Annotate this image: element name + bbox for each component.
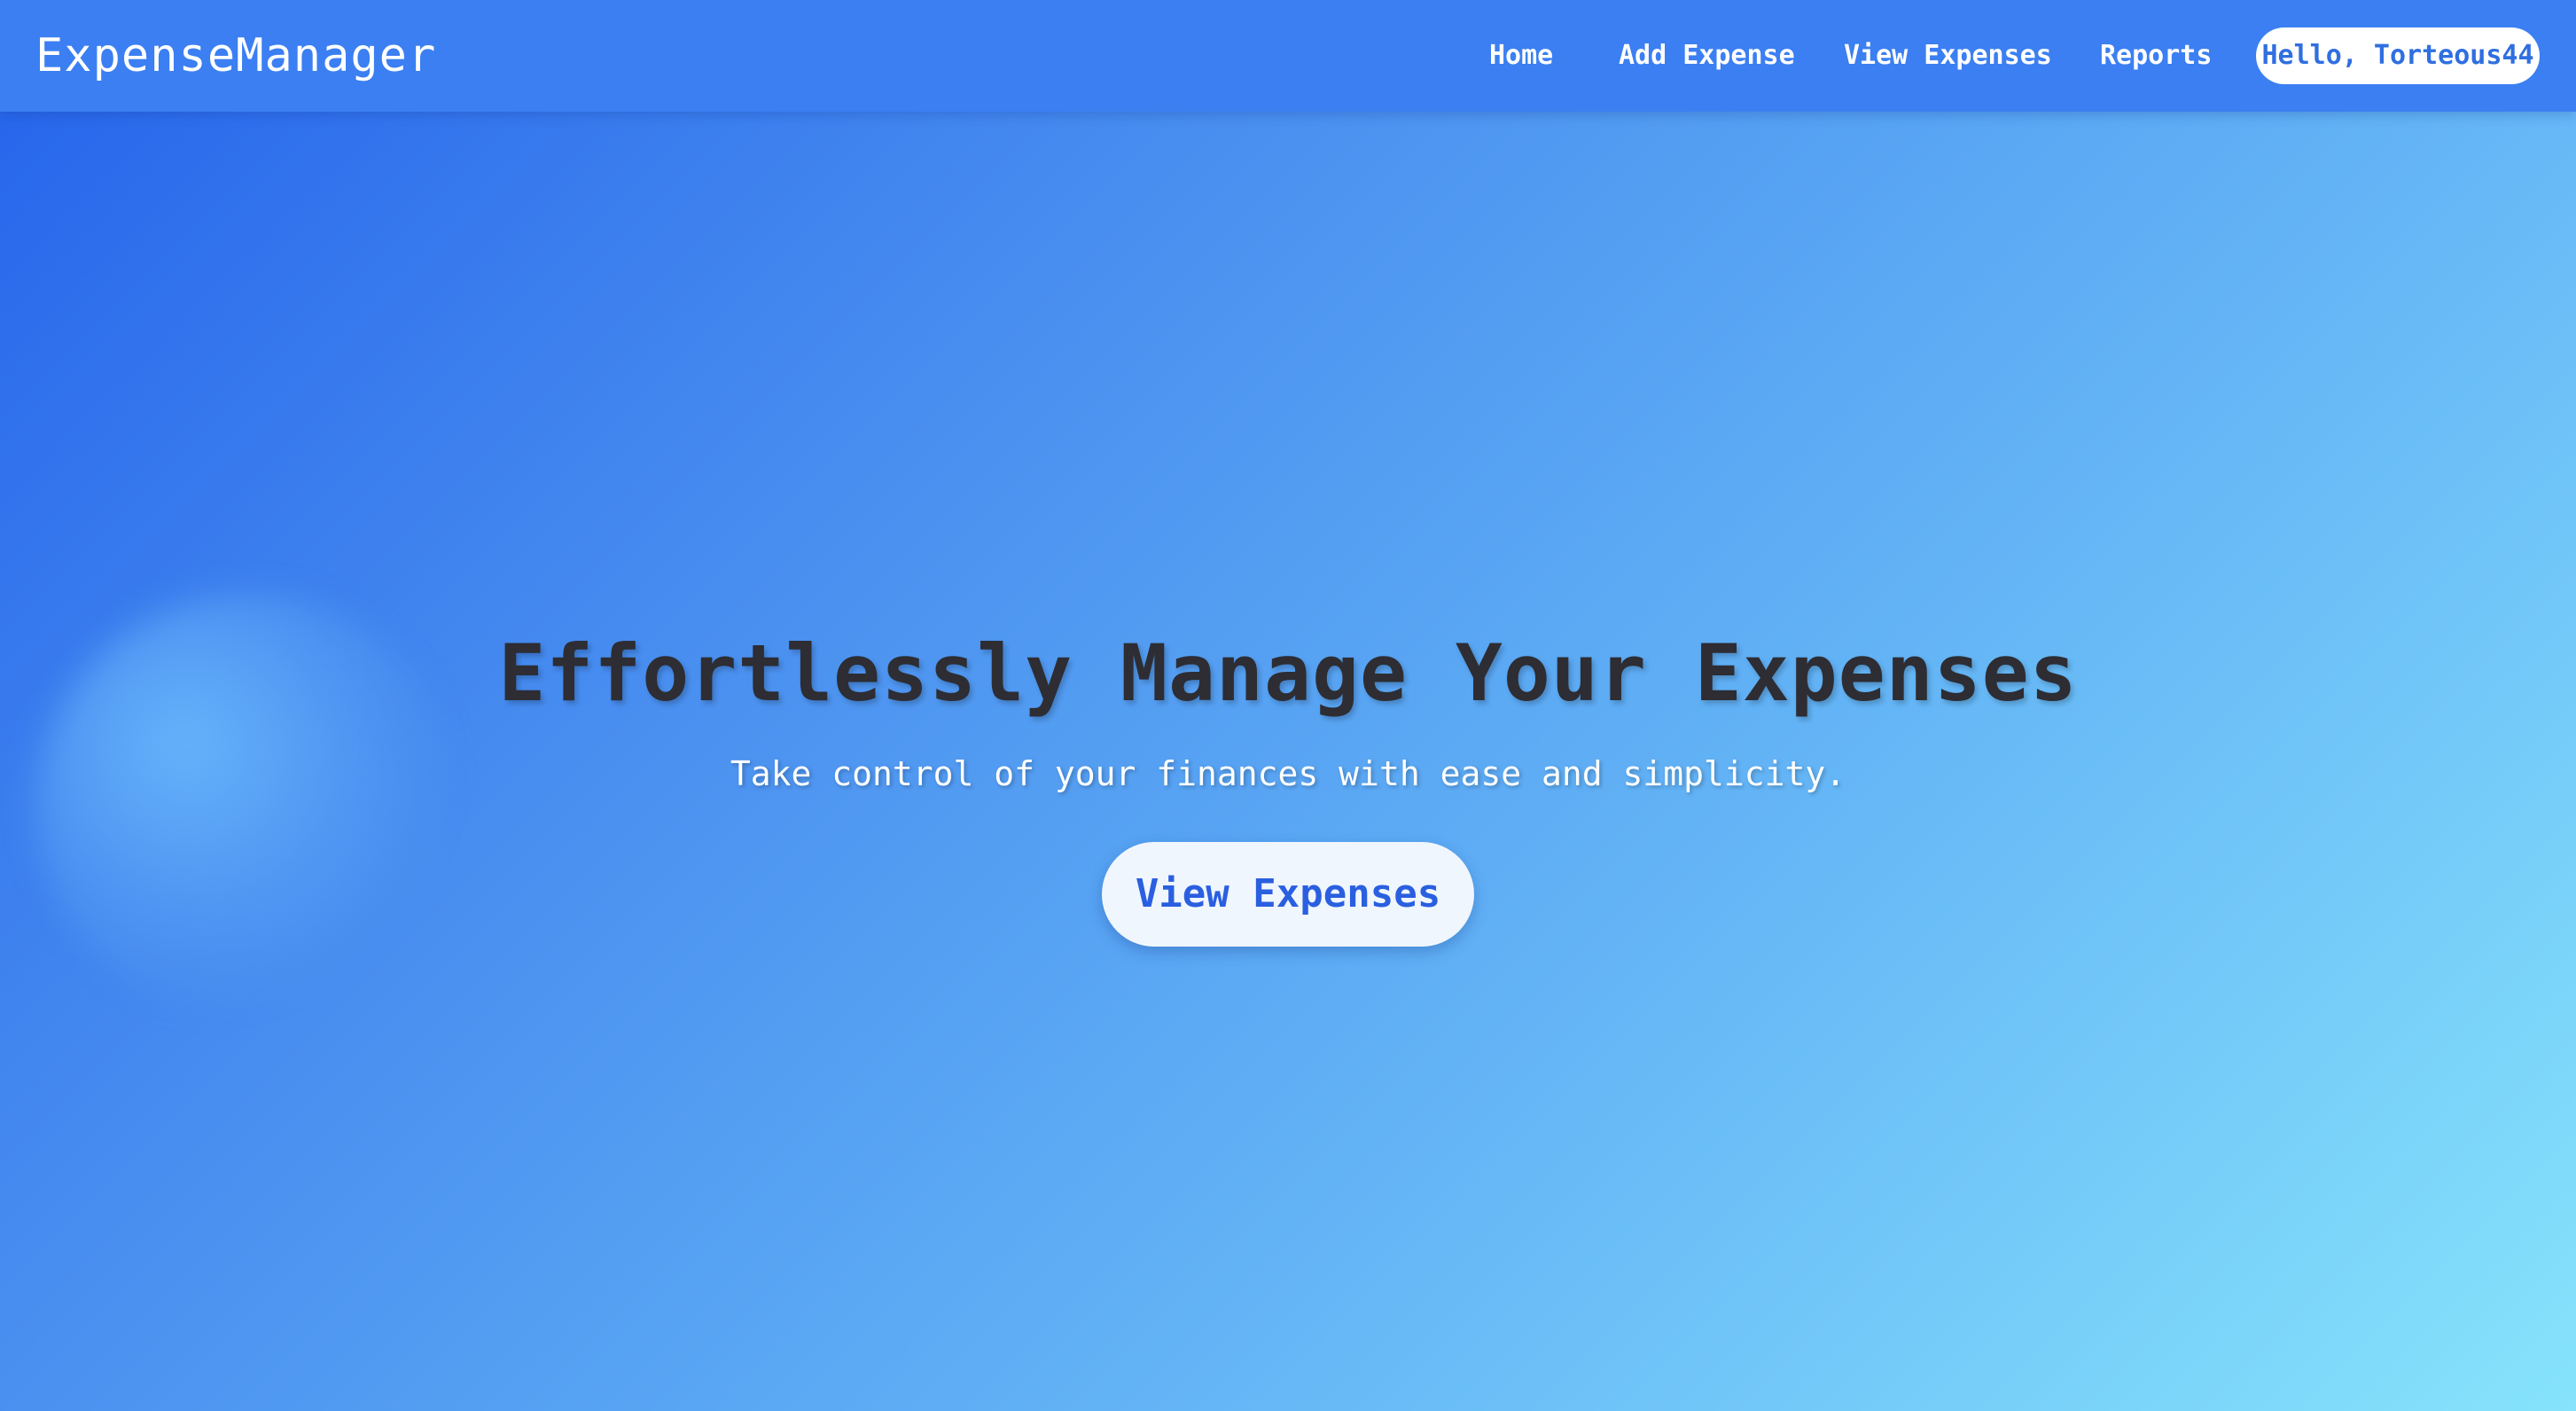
top-navbar: ExpenseManager Home Add Expense View Exp… (0, 0, 2576, 112)
nav-view-expenses-link[interactable]: View Expenses (1844, 34, 2052, 78)
user-greeting-badge[interactable]: Hello, Torteous44 (2256, 27, 2540, 84)
nav-links: Home Add Expense View Expenses Reports (0, 34, 2576, 78)
hero-subtitle: Take control of your finances with ease … (730, 754, 1846, 793)
nav-add-expense-link[interactable]: Add Expense (1619, 34, 1795, 78)
hero-section: Effortlessly Manage Your Expenses Take c… (0, 612, 2576, 947)
nav-home-link[interactable]: Home (1489, 34, 1553, 78)
view-expenses-button[interactable]: View Expenses (1102, 842, 1474, 947)
nav-reports-link[interactable]: Reports (2100, 34, 2212, 78)
hero-title: Effortlessly Manage Your Expenses (498, 628, 2078, 719)
